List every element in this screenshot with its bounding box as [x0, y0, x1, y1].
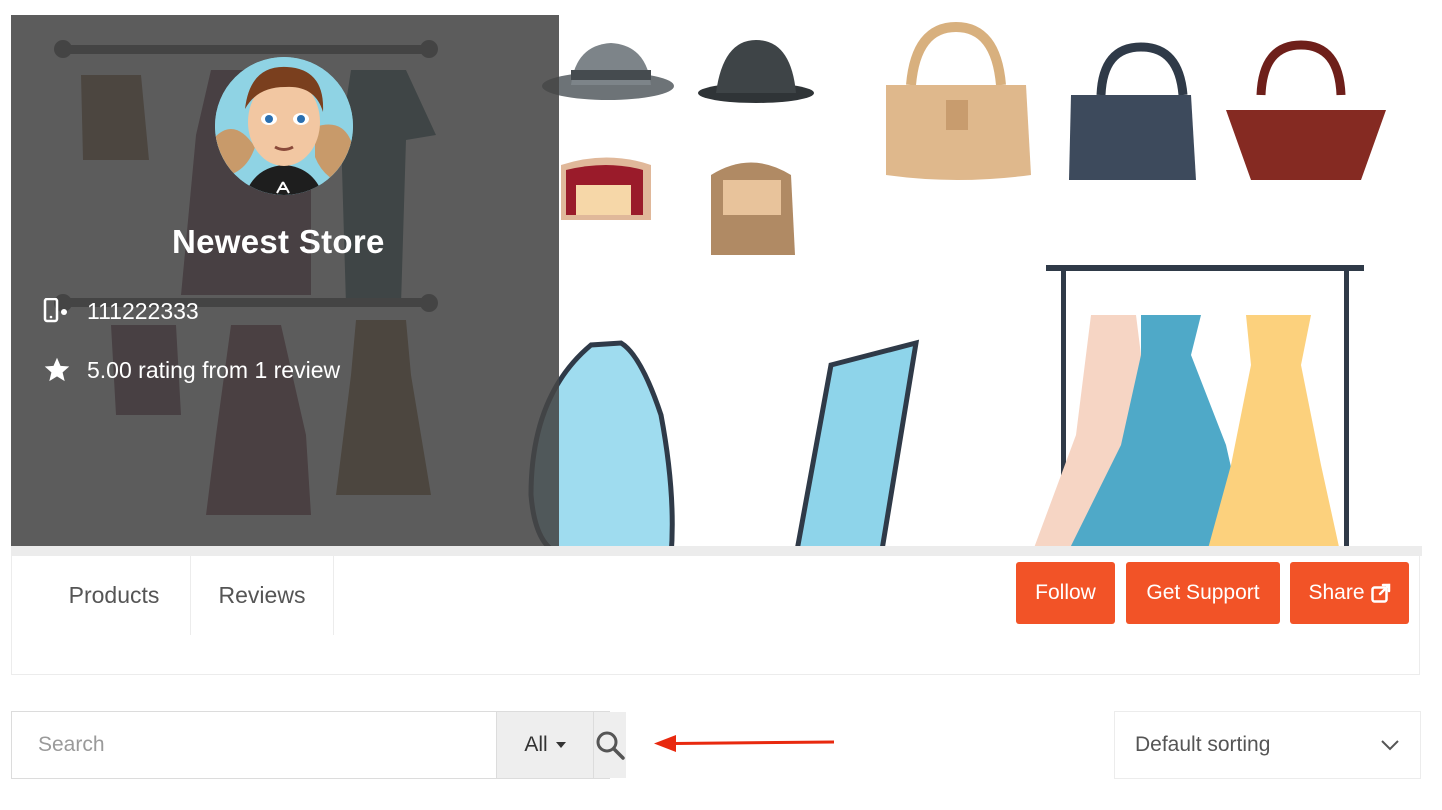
banner-bottom-strip [11, 546, 1422, 556]
tab-reviews[interactable]: Reviews [191, 556, 334, 635]
store-name: Newest Store [172, 223, 385, 260]
share-button[interactable]: Share [1290, 562, 1409, 624]
category-filter-label: All [524, 733, 548, 756]
star-icon [43, 356, 75, 384]
get-support-button[interactable]: Get Support [1126, 562, 1280, 624]
store-banner: Newest Store 111222333 5.00 rating from … [11, 15, 1422, 556]
sort-select-value: Default sorting [1135, 733, 1271, 756]
store-phone: 111222333 [87, 297, 199, 324]
caret-down-icon [555, 742, 566, 748]
share-button-label: Share [1308, 581, 1365, 604]
store-phone-row: 111222333 [43, 297, 199, 325]
sort-select[interactable]: Default sorting [1114, 711, 1421, 779]
follow-button[interactable]: Follow [1016, 562, 1115, 624]
external-link-icon [1370, 583, 1390, 603]
tab-products[interactable]: Products [38, 556, 191, 635]
search-button[interactable] [593, 712, 626, 778]
store-rating-row: 5.00 rating from 1 review [43, 356, 340, 384]
category-filter-dropdown[interactable]: All [496, 712, 593, 778]
magnifier-icon [596, 731, 625, 760]
chevron-down-icon [1381, 740, 1399, 751]
store-rating[interactable]: 5.00 rating from 1 review [87, 357, 340, 384]
product-search-bar: All [11, 711, 626, 779]
get-support-button-label: Get Support [1146, 581, 1260, 604]
store-tabbar: Products Reviews Follow Get Support Shar… [11, 556, 1420, 675]
mobile-phone-icon [43, 297, 75, 325]
arrow-left-icon [654, 735, 835, 752]
store-avatar [215, 57, 353, 195]
search-input[interactable] [12, 712, 496, 778]
follow-button-label: Follow [1035, 581, 1096, 604]
